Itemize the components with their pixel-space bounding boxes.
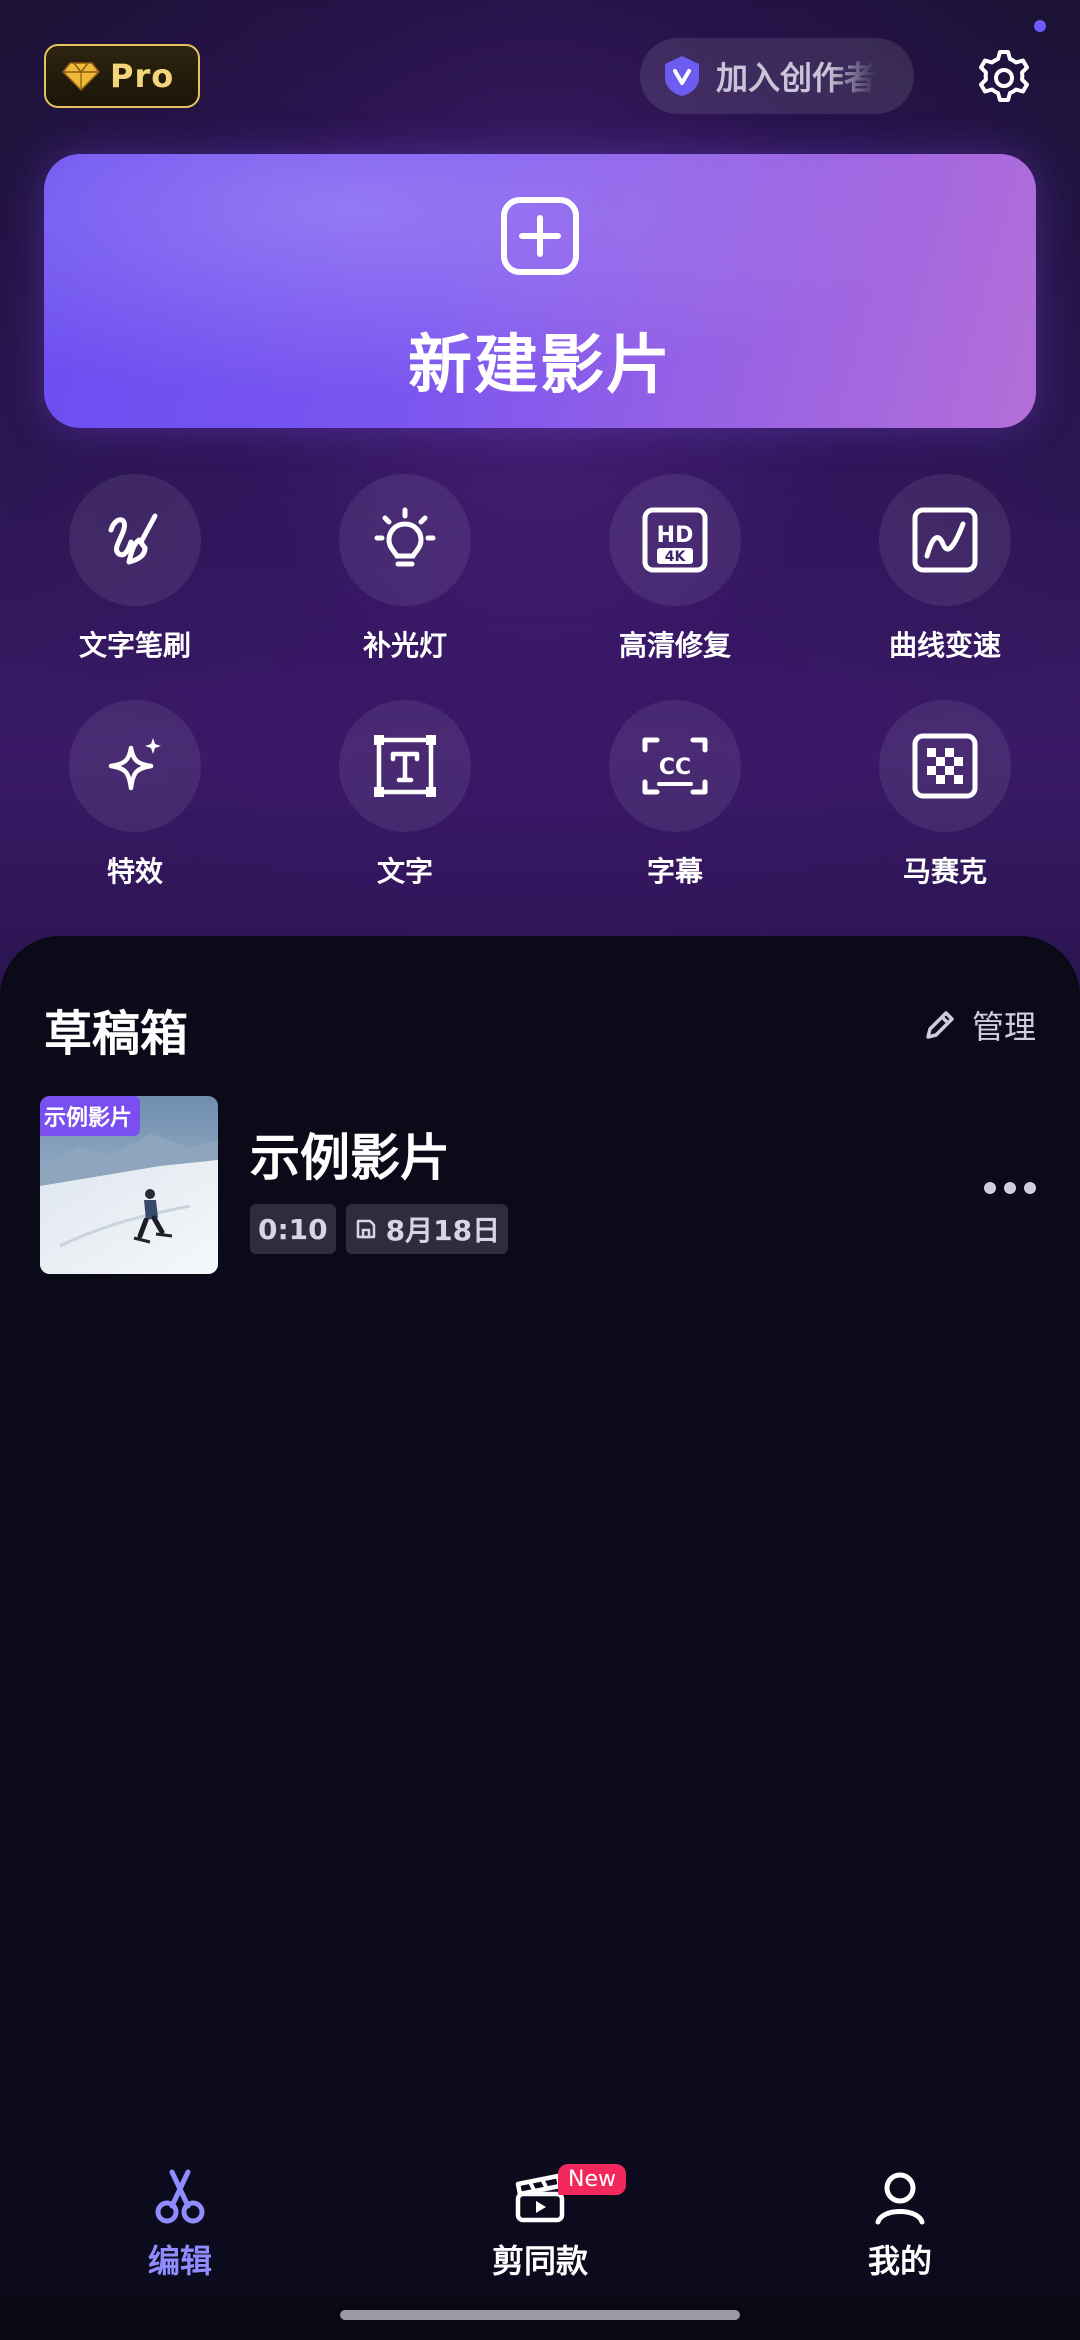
tool-label: 补光灯 [362, 629, 447, 662]
draft-meta: 0:10 8月18日 [250, 1204, 509, 1254]
bottom-tab-bar: 编辑 New 剪同款 我的 [0, 2146, 1080, 2296]
user-icon [875, 2172, 925, 2225]
tab-label: 编辑 [147, 2242, 212, 2280]
pro-button[interactable]: Pro [44, 44, 200, 108]
text-frame-icon [374, 735, 436, 797]
pro-label: Pro [110, 57, 175, 95]
manage-label: 管理 [971, 1008, 1036, 1046]
tab-profile[interactable]: 我的 [800, 2166, 1000, 2282]
svg-text:HD: HD [657, 523, 694, 548]
brush-icon [108, 513, 158, 565]
tool-text[interactable]: 文字 [295, 700, 515, 900]
tool-fill-light[interactable]: 补光灯 [295, 474, 515, 674]
tool-hd-restore[interactable]: HD 4K 高清修复 [565, 474, 785, 674]
tab-label: 剪同款 [491, 2242, 588, 2280]
new-badge: New [558, 2164, 626, 2195]
tool-label: 文字笔刷 [78, 629, 191, 662]
draft-item[interactable]: 示例影片 示例影片 0:10 8月18日 [40, 1096, 1040, 1276]
mosaic-icon [912, 733, 978, 799]
tab-label: 我的 [867, 2242, 932, 2280]
diamond-icon [62, 62, 100, 91]
tool-label: 高清修复 [618, 629, 731, 662]
tool-label: 马赛克 [902, 855, 987, 888]
svg-text:CC: CC [659, 755, 691, 780]
drafts-title: 草稿箱 [44, 1006, 189, 1062]
join-creator-label: 加入创作者 [716, 59, 877, 97]
hd-4k-icon: HD 4K [642, 507, 708, 573]
bulb-icon [374, 507, 436, 567]
settings-gear-icon[interactable] [974, 48, 1034, 108]
manage-button[interactable]: 管理 [922, 1002, 1036, 1048]
creator-shield-icon [665, 56, 699, 96]
draft-title: 示例影片 [250, 1129, 450, 1187]
more-options-icon[interactable] [980, 1168, 1040, 1208]
tool-label: 文字 [376, 855, 433, 888]
duration-chip: 0:10 [250, 1204, 336, 1254]
tool-text-brush[interactable]: 文字笔刷 [25, 474, 245, 674]
tool-label: 曲线变速 [888, 629, 1001, 662]
svg-text:4K: 4K [665, 549, 687, 565]
join-creator-button[interactable]: 加入创作者 [640, 38, 914, 114]
caption-cc-icon: CC [642, 737, 708, 795]
save-file-icon [356, 1219, 375, 1239]
new-film-label: 新建影片 [408, 329, 672, 403]
tool-captions[interactable]: CC 字幕 [565, 700, 785, 900]
tool-effects[interactable]: 特效 [25, 700, 245, 900]
tool-label: 字幕 [646, 855, 703, 888]
tool-curve-speed[interactable]: 曲线变速 [835, 474, 1055, 674]
date-chip: 8月18日 [345, 1204, 509, 1254]
home-indicator[interactable] [340, 2310, 740, 2320]
sample-badge: 示例影片 [40, 1096, 141, 1136]
drafts-panel: 草稿箱 管理 示例影片 示例影片 0:10 8月18日 [0, 936, 1080, 2146]
pencil-icon [926, 1011, 954, 1039]
curve-speed-icon [912, 507, 978, 573]
tool-label: 特效 [106, 855, 163, 888]
notification-dot [1034, 20, 1046, 32]
tab-templates[interactable]: New 剪同款 [440, 2164, 640, 2282]
tab-edit[interactable]: 编辑 [80, 2166, 280, 2282]
new-film-button[interactable]: 新建影片 [44, 154, 1036, 428]
draft-thumbnail[interactable]: 示例影片 [40, 1096, 218, 1274]
tool-mosaic[interactable]: 马赛克 [835, 700, 1055, 900]
draft-date: 8月18日 [385, 1214, 501, 1247]
sparkle-icon [108, 738, 161, 791]
scissors-icon [155, 2169, 205, 2224]
add-square-icon [501, 197, 579, 275]
duration: 0:10 [258, 1212, 328, 1246]
